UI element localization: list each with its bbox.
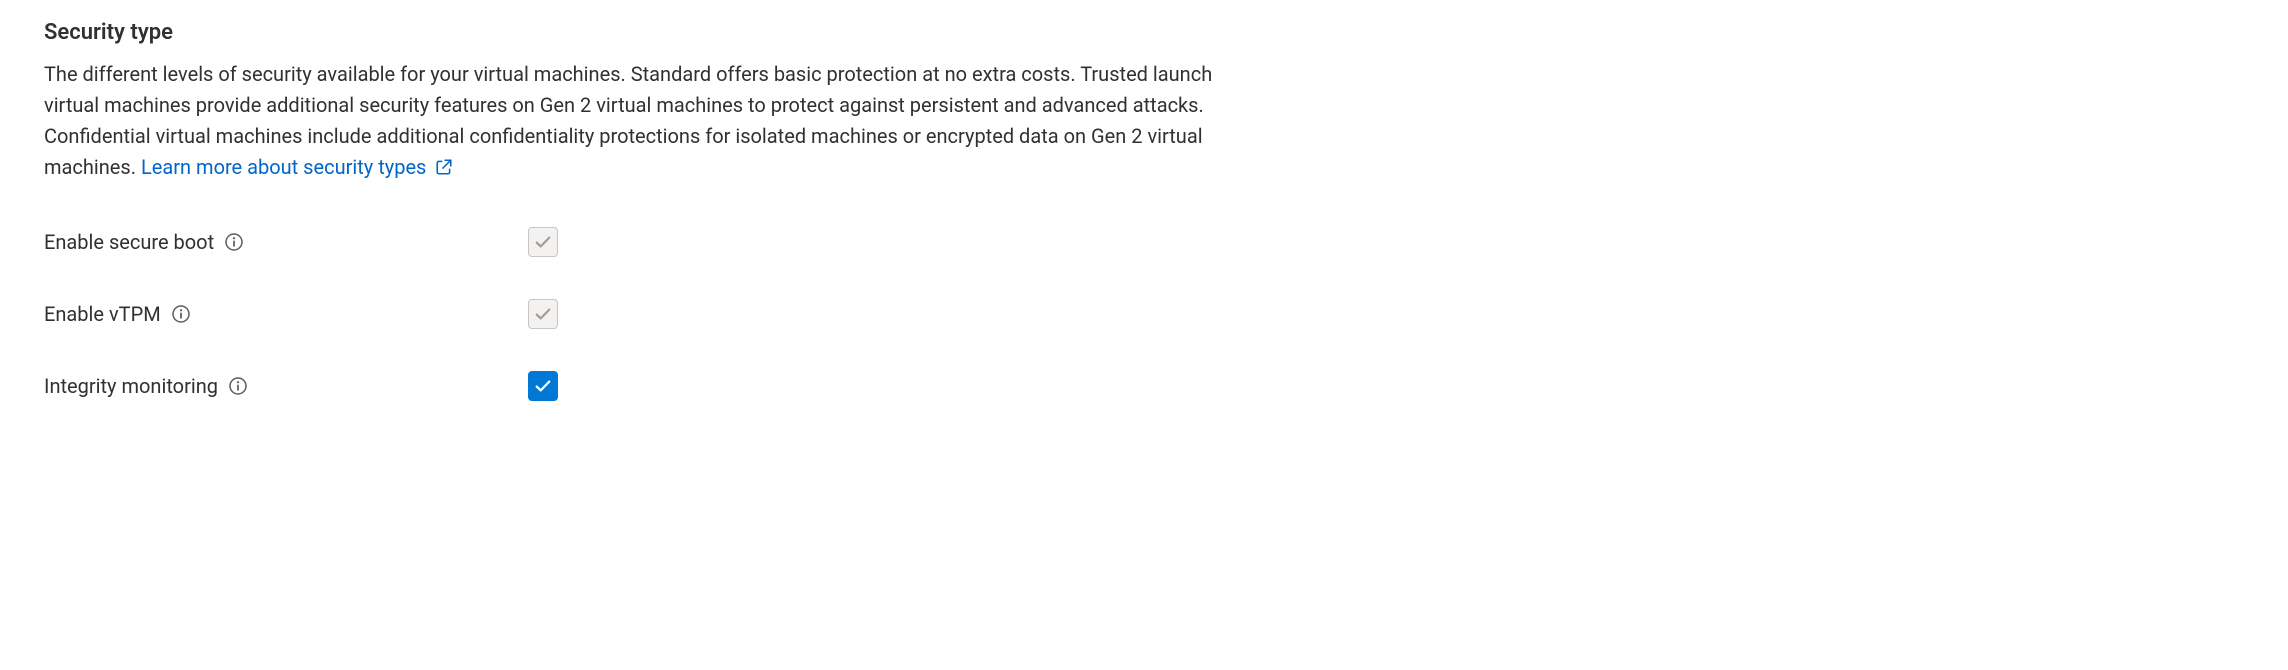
learn-more-link[interactable]: Learn more about security types [141, 155, 453, 179]
info-icon[interactable] [171, 304, 191, 324]
checkbox-vtpm [528, 299, 558, 329]
label-wrap-integrity: Integrity monitoring [44, 374, 528, 398]
section-description: The different levels of security availab… [44, 59, 1264, 185]
learn-more-link-text: Learn more about security types [141, 155, 426, 179]
label-wrap-vtpm: Enable vTPM [44, 302, 528, 326]
external-link-icon [435, 154, 453, 185]
checkbox-secure-boot [528, 227, 558, 257]
label-vtpm: Enable vTPM [44, 302, 161, 326]
field-row-vtpm: Enable vTPM [44, 299, 2244, 329]
checkbox-integrity[interactable] [528, 371, 558, 401]
info-icon[interactable] [224, 232, 244, 252]
label-integrity: Integrity monitoring [44, 374, 218, 398]
field-row-integrity: Integrity monitoring [44, 371, 2244, 401]
label-wrap-secure-boot: Enable secure boot [44, 230, 528, 254]
field-row-secure-boot: Enable secure boot [44, 227, 2244, 257]
info-icon[interactable] [228, 376, 248, 396]
label-secure-boot: Enable secure boot [44, 230, 214, 254]
section-heading: Security type [44, 20, 2244, 45]
